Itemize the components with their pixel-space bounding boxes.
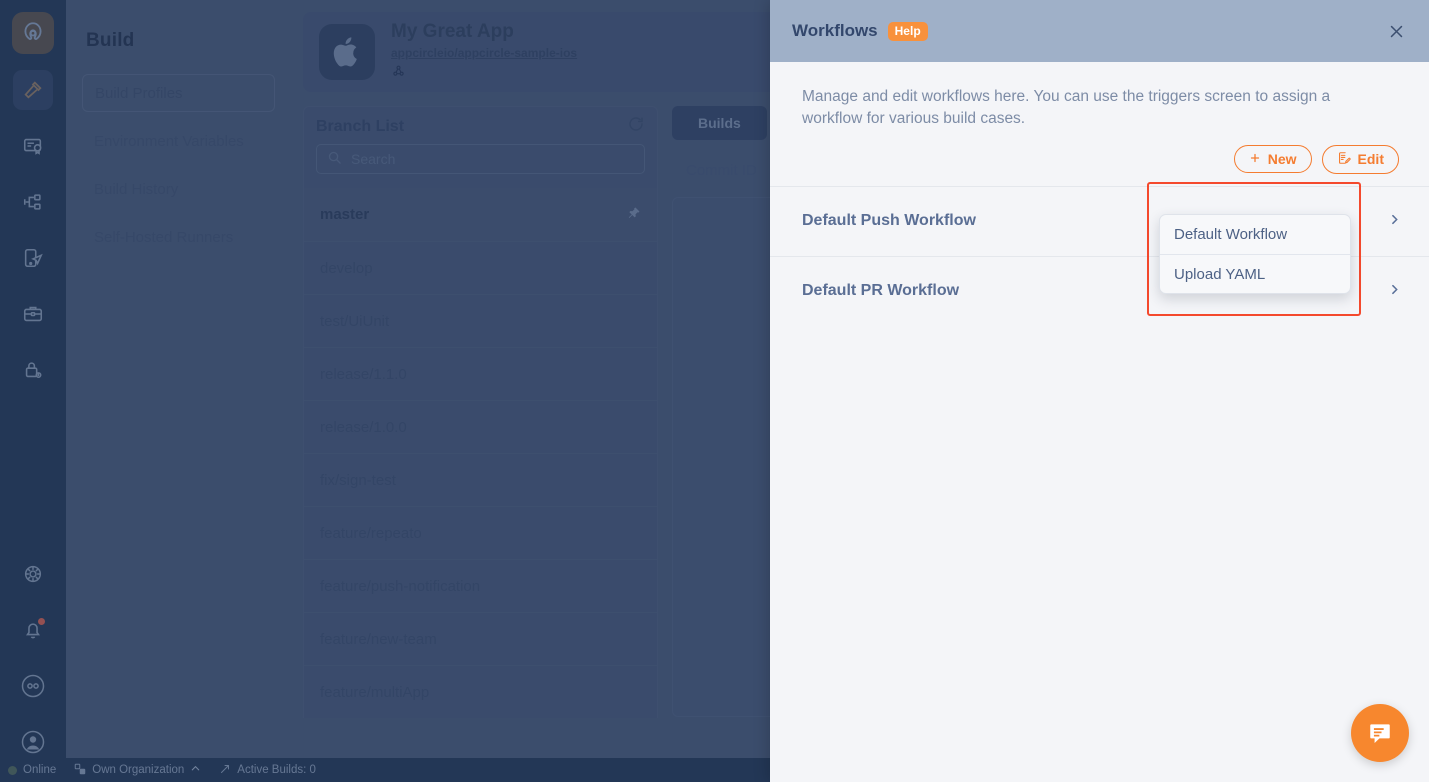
edit-workflow-button[interactable]: Edit	[1321, 144, 1399, 174]
screen: Build Build Profiles Environment Variabl…	[0, 0, 1429, 782]
workflow-name: Default Push Workflow	[802, 212, 976, 230]
drawer-title-wrap: Workflows Help	[792, 21, 928, 41]
drawer-header: Workflows Help	[770, 0, 1429, 62]
menu-item-default-workflow[interactable]: Default Workflow	[1160, 215, 1350, 254]
plus-icon	[1249, 151, 1261, 167]
close-icon[interactable]	[1381, 16, 1411, 46]
chevron-right-icon[interactable]	[1388, 281, 1401, 301]
workflow-name: Default PR Workflow	[802, 282, 960, 300]
new-workflow-label: New	[1267, 151, 1297, 168]
chevron-right-icon[interactable]	[1388, 211, 1401, 231]
workflows-drawer: Workflows Help Manage and edit workflows…	[770, 0, 1429, 782]
drawer-actions-row: New Edit	[770, 131, 1429, 186]
chat-bubble-icon[interactable]	[1351, 704, 1409, 762]
drawer-body: Manage and edit workflows here. You can …	[770, 62, 1429, 782]
menu-item-label: Upload YAML	[1174, 265, 1266, 283]
drawer-title: Workflows	[792, 21, 878, 40]
menu-item-upload-yaml[interactable]: Upload YAML	[1160, 254, 1350, 293]
new-workflow-dropdown-menu: Default Workflow Upload YAML	[1159, 214, 1351, 294]
menu-item-label: Default Workflow	[1174, 226, 1288, 243]
new-workflow-button[interactable]: New	[1233, 145, 1312, 174]
edit-workflow-label: Edit	[1357, 151, 1384, 168]
drawer-description: Manage and edit workflows here. You can …	[802, 88, 1331, 128]
help-badge[interactable]: Help	[887, 21, 928, 41]
document-edit-icon	[1337, 151, 1351, 168]
